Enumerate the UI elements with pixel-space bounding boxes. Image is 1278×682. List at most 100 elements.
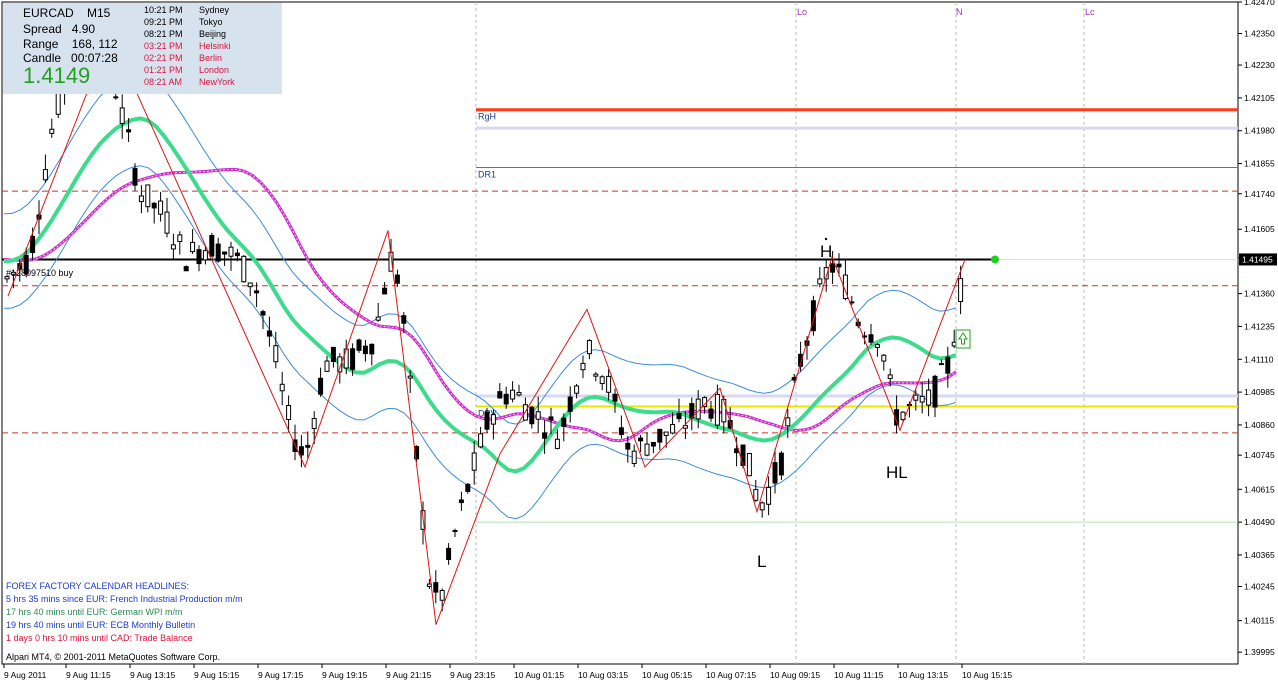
candle-body [868,334,874,343]
clock-time: 08:21 PM [144,29,183,39]
candle-body [119,107,125,125]
candle-body [535,411,541,420]
clock-city: Berlin [199,53,223,63]
candle-body [881,354,887,362]
candle-body [657,428,663,443]
range-row: Range 168, 112 [23,37,118,51]
candle-body [458,499,464,504]
candle-body [407,375,413,379]
y-tick-label: 1.40615 [1244,484,1275,494]
candle-body [260,311,266,316]
clock-city: NewYork [199,77,235,87]
candle-body [932,375,938,408]
candle-body [266,330,272,337]
candle-body [247,282,253,288]
y-tick-label: 1.40490 [1244,517,1275,527]
candle-body [830,263,836,273]
candle-body [369,343,375,355]
candle-body [574,385,580,394]
y-tick-label: 1.40115 [1244,616,1274,626]
timeframe: M15 [87,6,111,20]
candle-body [567,396,573,412]
clock-time: 01:21 PM [144,65,183,75]
clock-time: 03:21 PM [144,41,183,51]
spread-value: 4.90 [71,22,96,36]
session-label: N [956,7,963,17]
candle-body [497,391,503,399]
candle-body [817,278,823,285]
y-tick-label: 1.40860 [1244,420,1275,430]
candle-body [164,211,170,234]
candle-body [362,345,368,355]
candle-body [356,339,362,351]
candle-body [471,452,477,471]
candle-body [740,444,746,466]
x-tick-label: 10 Aug 03:15 [578,670,628,680]
candle-body [874,344,880,348]
headline-item: 17 hrs 40 mins until EUR: German WPI m/m [6,607,183,617]
y-tick-label: 1.41360 [1244,289,1275,299]
clock-row: 08:21 PM Beijing [144,29,226,39]
candle-body [4,276,10,280]
x-tick-label: 9 Aug 19:15 [322,670,368,680]
clock-row: 08:21 AM NewYork [144,77,235,87]
x-tick-label: 10 Aug 07:15 [706,670,756,680]
bid-price: 1.4149 [23,63,91,88]
candle-body [273,345,279,363]
candle-body [625,442,631,450]
pattern-label: H [820,242,832,261]
candle-body [132,167,138,186]
clock-city: Sydney [199,5,230,15]
level-label: DR1 [478,170,496,180]
headline-item: 19 hrs 40 mins until EUR: ECB Monthly Bu… [6,620,196,630]
candle-body [490,414,496,425]
candle-body [510,389,516,400]
x-tick-label: 10 Aug 01:15 [514,670,564,680]
headlines-title: FOREX FACTORY CALENDAR HEADLINES: [6,581,190,591]
range-label: Range [23,37,59,51]
candle-body [759,502,765,511]
range-value: 168, 112 [71,37,118,51]
x-tick-label: 9 Aug 21:15 [386,670,432,680]
candle-body [887,374,893,379]
y-tick-label: 1.41980 [1244,126,1275,136]
candle-body [23,254,29,275]
clock-city: Beijing [199,29,227,39]
candle-body [113,96,119,99]
candle-body [631,450,637,464]
candle-body [10,271,16,275]
candle-body [350,348,356,370]
order-label: #128097510 buy [6,268,74,278]
candle-body [778,452,784,476]
candle-body [484,411,490,430]
candle-body [919,395,925,403]
candle-body [708,408,714,419]
candle-body [644,443,650,456]
candle-body [183,266,189,272]
clock-row: 02:21 PM Berlin [144,53,222,63]
candle-body [177,234,183,243]
x-tick-label: 9 Aug 15:15 [194,670,240,680]
headline-item: 5 hrs 35 mins since EUR: French Industri… [6,594,243,604]
clock-row: 09:21 PM Tokyo [144,17,223,27]
clock-row: 03:21 PM Helsinki [144,41,231,51]
candle-body [241,255,247,283]
y-tick-label: 1.40245 [1244,582,1275,592]
clock-city: Tokyo [199,17,223,27]
candle-body [254,290,260,294]
candle-body [542,432,548,439]
candle-body [126,129,132,133]
clock-time: 10:21 PM [144,5,183,15]
candle-body [311,418,317,430]
candle-body [836,263,842,268]
candle-body [279,383,285,392]
x-tick-label: 10 Aug 13:15 [898,670,948,680]
symbol-name: EURCAD [23,6,74,20]
y-tick-label: 1.41855 [1244,159,1275,169]
headline-item: 1 days 0 hrs 10 mins until CAD: Trade Ba… [6,633,193,643]
candle-body [394,274,400,284]
y-tick-label: 1.40985 [1244,387,1275,397]
candle-body [548,416,554,421]
candle-body [30,235,36,254]
candle-body [330,346,336,362]
